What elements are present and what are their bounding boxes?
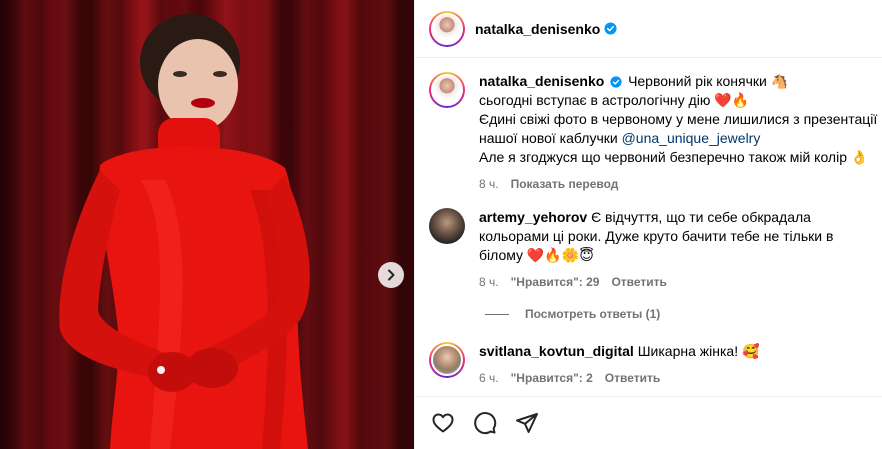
post-header: natalka_denisenko	[415, 0, 882, 58]
commenter-avatar[interactable]	[429, 208, 465, 244]
comment-body: artemy_yehorov Є відчуття, що ти себе об…	[479, 208, 879, 292]
heart-icon[interactable]	[431, 411, 455, 435]
caption-line-2: сьогодні вступає в астрологічну дію ❤️🔥	[479, 92, 750, 108]
replies-divider	[485, 313, 509, 315]
comment-text-line-2: кольорами ці роки. Дуже круто бачити теб…	[479, 228, 834, 244]
woman-in-red-dress-image	[59, 14, 310, 449]
caption-avatar[interactable]	[429, 72, 465, 108]
commenter-avatar[interactable]	[429, 342, 465, 378]
comment-bubble-icon[interactable]	[473, 411, 497, 435]
comment-row: artemy_yehorov Є відчуття, що ти себе об…	[429, 208, 879, 292]
caption-time[interactable]: 8 ч.	[479, 175, 499, 194]
mention-link[interactable]: @una_unique_jewelry	[622, 130, 761, 146]
post-photo	[0, 0, 414, 449]
comment-text-line-1: Шикарна жінка! 🥰	[637, 343, 760, 359]
comment-body: svitlana_kovtun_digital Шикарна жінка! 🥰…	[479, 342, 879, 388]
caption-line-3: Єдині свіжі фото в червоному у мене лиши…	[479, 111, 878, 127]
post-sidebar: natalka_denisenko natalka_denisenko Черв…	[414, 0, 882, 449]
post-actions-bar	[415, 396, 882, 449]
verified-badge-icon	[604, 22, 617, 35]
comment-username[interactable]: svitlana_kovtun_digital	[479, 343, 634, 359]
caption-row: natalka_denisenko Червоний рік конячки 🐴…	[429, 72, 879, 194]
chevron-right-icon	[388, 269, 395, 281]
comments-list: natalka_denisenko Червоний рік конячки 🐴…	[415, 58, 882, 396]
caption-username[interactable]: natalka_denisenko	[479, 73, 604, 89]
comment-username[interactable]: artemy_yehorov	[479, 209, 587, 225]
next-photo-button[interactable]	[378, 262, 404, 288]
comment-row: svitlana_kovtun_digital Шикарна жінка! 🥰…	[429, 342, 879, 388]
view-replies-button[interactable]: Посмотреть ответы (1)	[485, 307, 660, 321]
comment-text-line-3: білому ❤️🔥🌼😇	[479, 247, 594, 263]
instagram-post-modal: natalka_denisenko natalka_denisenko Черв…	[0, 0, 882, 449]
view-replies-label: Посмотреть ответы (1)	[525, 307, 661, 321]
comment-time[interactable]: 6 ч.	[479, 369, 499, 388]
translate-button[interactable]: Показать перевод	[511, 175, 619, 194]
comment-likes[interactable]: "Нравится": 29	[511, 273, 600, 292]
caption-line-1: Червоний рік конячки 🐴	[628, 73, 789, 89]
paper-plane-icon[interactable]	[515, 411, 539, 435]
comment-likes[interactable]: "Нравится": 2	[511, 369, 593, 388]
reply-button[interactable]: Ответить	[611, 273, 666, 292]
author-avatar[interactable]	[429, 10, 465, 47]
caption-body: natalka_denisenko Червоний рік конячки 🐴…	[479, 72, 879, 194]
reply-button[interactable]: Ответить	[605, 369, 660, 388]
caption-line-5: Але я згоджуся що червоний безперечно та…	[479, 149, 869, 165]
author-username[interactable]: natalka_denisenko	[475, 21, 600, 37]
comment-time[interactable]: 8 ч.	[479, 273, 499, 292]
comment-text-line-1: Є відчуття, що ти себе обкрадала	[591, 209, 811, 225]
caption-line-4: нашої нової каблучки	[479, 130, 622, 146]
verified-badge-icon	[610, 74, 622, 88]
